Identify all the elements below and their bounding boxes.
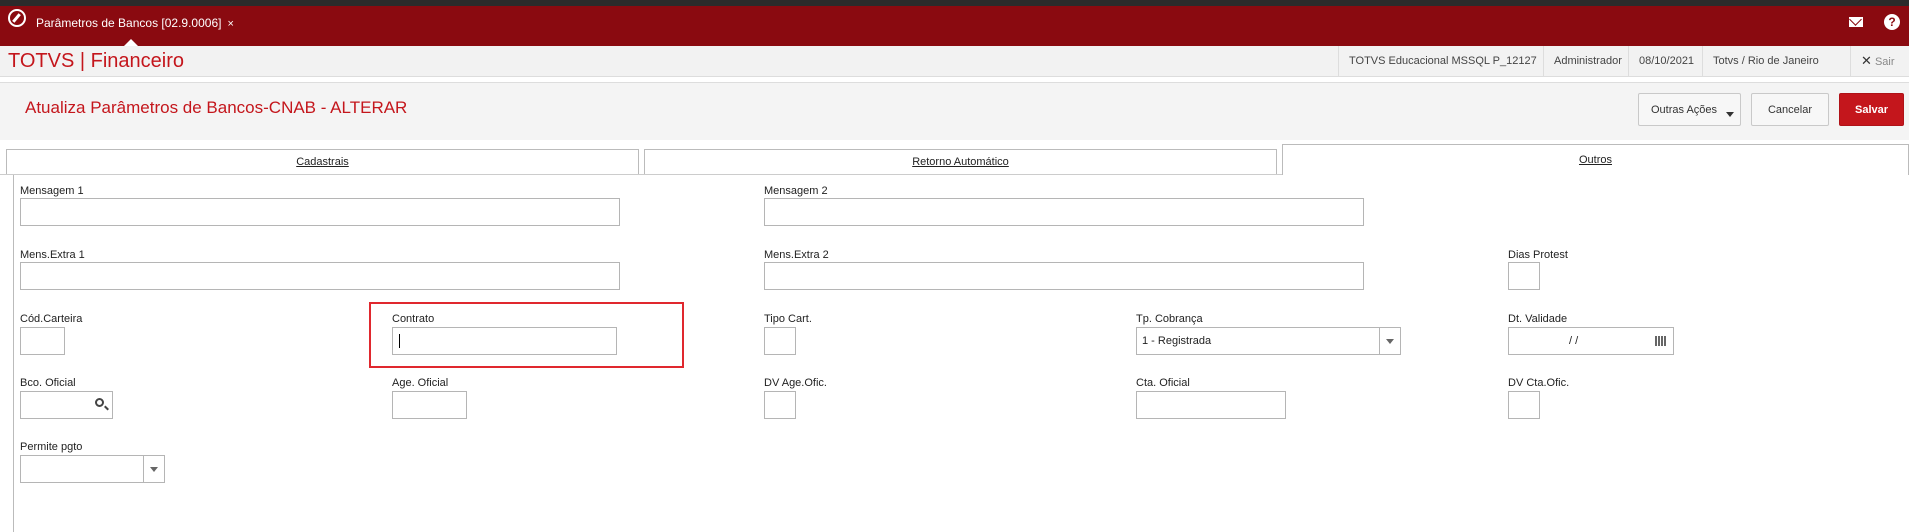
active-tab-caret-icon [124, 39, 138, 46]
totvs-logo-icon[interactable] [8, 9, 26, 27]
calendar-icon[interactable] [1655, 336, 1667, 346]
chevron-down-icon[interactable] [1379, 328, 1400, 354]
mens-extra2-label: Mens.Extra 2 [764, 249, 829, 261]
title-bar [0, 6, 1909, 46]
cta-oficial-label: Cta. Oficial [1136, 377, 1190, 389]
mail-icon[interactable] [1849, 17, 1863, 27]
bco-oficial-input[interactable] [20, 391, 113, 419]
tab-retorno-automatico[interactable]: Retorno Automático [644, 149, 1277, 174]
save-button[interactable]: Salvar [1839, 93, 1904, 126]
permite-pgto-label: Permite pgto [20, 441, 83, 453]
cancel-button[interactable]: Cancelar [1751, 93, 1829, 126]
chevron-down-icon [1726, 112, 1734, 117]
mensagem1-label: Mensagem 1 [20, 185, 84, 197]
exit-label: Sair [1874, 56, 1895, 68]
tp-cobranca-value: 1 - Registrada [1142, 335, 1212, 347]
contrato-input[interactable] [392, 327, 617, 355]
mens-extra2-input[interactable] [764, 262, 1364, 290]
dv-age-ofic-label: DV Age.Ofic. [764, 377, 827, 389]
bco-oficial-label: Bco. Oficial [20, 377, 76, 389]
age-oficial-input[interactable] [392, 391, 467, 419]
dt-validade-input[interactable]: / / [1508, 327, 1674, 355]
tp-cobranca-select[interactable]: 1 - Registrada [1136, 327, 1401, 355]
dt-validade-label: Dt. Validade [1508, 313, 1568, 325]
age-oficial-label: Age. Oficial [392, 377, 449, 389]
chevron-down-icon[interactable] [143, 456, 164, 482]
tab-close-icon[interactable]: × [227, 18, 233, 30]
other-actions-label: Outras Ações [1651, 104, 1718, 116]
cta-oficial-input[interactable] [1136, 391, 1286, 419]
cod-carteira-label: Cód.Carteira [20, 313, 83, 325]
dv-age-ofic-input[interactable] [764, 391, 796, 419]
tab-parametros-bancos[interactable]: Parâmetros de Bancos [02.9.0006] × [36, 6, 240, 46]
date-label: 08/10/2021 [1628, 46, 1704, 76]
contrato-label: Contrato [392, 313, 435, 325]
text-cursor [399, 334, 400, 348]
branch-label: Totvs / Rio de Janeiro [1702, 46, 1829, 76]
app-brand: TOTVS | Financeiro [8, 50, 184, 72]
tab-label: Parâmetros de Bancos [02.9.0006] [36, 16, 222, 30]
dias-protest-label: Dias Protest [1508, 249, 1568, 261]
tipo-cart-label: Tipo Cart. [764, 313, 812, 325]
help-icon[interactable]: ? [1884, 14, 1900, 30]
dv-cta-ofic-input[interactable] [1508, 391, 1540, 419]
mensagem2-label: Mensagem 2 [764, 185, 828, 197]
environment-label: TOTVS Educacional MSSQL P_12127 [1338, 46, 1547, 76]
exit-button[interactable]: ✕ Sair [1850, 46, 1905, 76]
mensagem2-input[interactable] [764, 198, 1364, 226]
dias-protest-input[interactable] [1508, 262, 1540, 290]
user-label: Administrador [1543, 46, 1632, 76]
mensagem1-input[interactable] [20, 198, 620, 226]
dt-validade-value: / / [1569, 335, 1579, 347]
mens-extra1-input[interactable] [20, 262, 620, 290]
search-icon[interactable] [95, 398, 104, 407]
tab-outros[interactable]: Outros [1282, 144, 1909, 175]
dv-cta-ofic-label: DV Cta.Ofic. [1508, 377, 1570, 389]
other-actions-button[interactable]: Outras Ações [1638, 93, 1741, 126]
mens-extra1-label: Mens.Extra 1 [20, 249, 85, 261]
tp-cobranca-label: Tp. Cobrança [1136, 313, 1203, 325]
cod-carteira-input[interactable] [20, 327, 65, 355]
permite-pgto-select[interactable] [20, 455, 165, 483]
tab-cadastrais[interactable]: Cadastrais [6, 149, 639, 174]
close-icon: ✕ [1861, 53, 1872, 68]
tipo-cart-input[interactable] [764, 327, 796, 355]
page-title: Atualiza Parâmetros de Bancos-CNAB - ALT… [25, 98, 408, 117]
